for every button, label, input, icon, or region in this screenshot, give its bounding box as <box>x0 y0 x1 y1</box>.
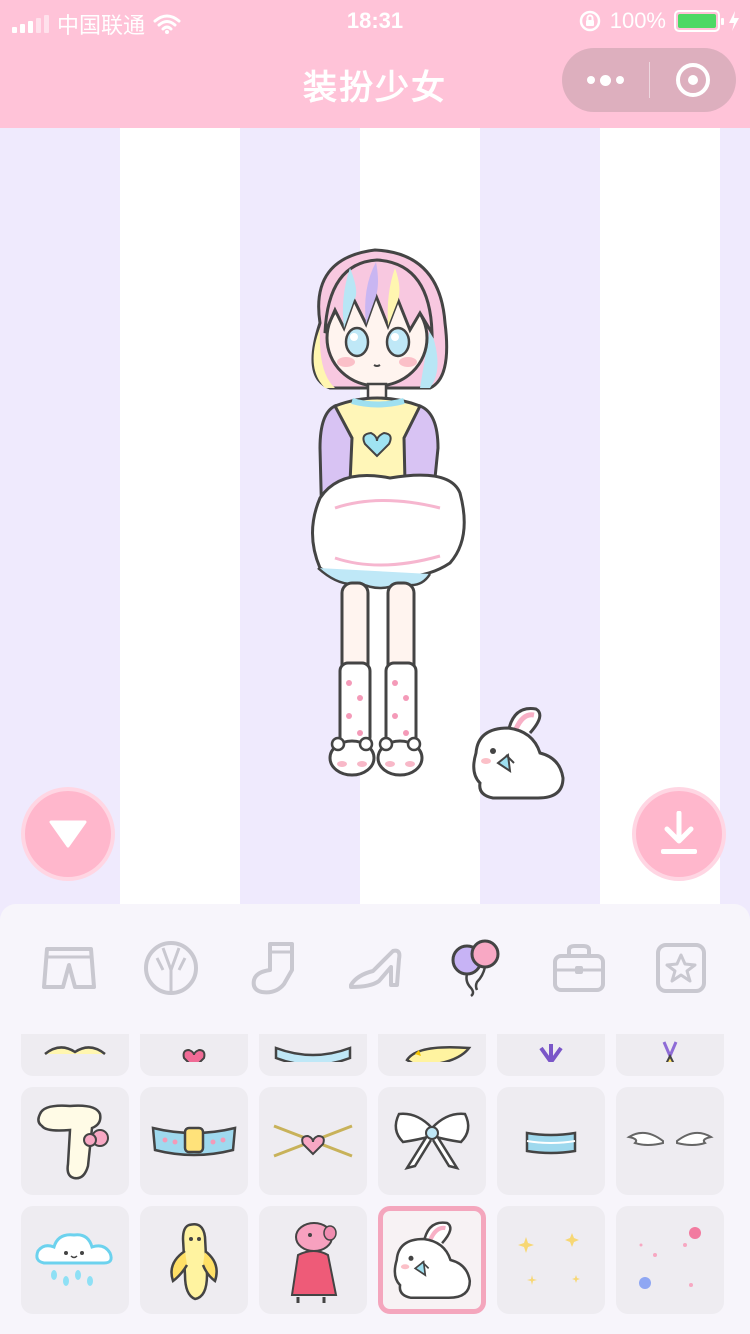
item-cell[interactable] <box>259 1206 367 1314</box>
item-grid-viewport[interactable] <box>0 1034 750 1334</box>
item-cell[interactable] <box>497 1087 605 1195</box>
wardrobe-panel <box>0 904 750 1334</box>
close-button[interactable] <box>650 48 737 112</box>
item-cell[interactable] <box>497 1034 605 1076</box>
tab-accessories[interactable] <box>437 928 517 1008</box>
collapse-button[interactable] <box>21 787 115 881</box>
charging-icon <box>729 11 739 31</box>
status-right: 100% <box>578 8 740 34</box>
target-close-icon <box>675 63 710 97</box>
bag-icon <box>553 944 605 992</box>
tab-outerwear[interactable] <box>131 928 211 1008</box>
triangle-down-icon <box>49 820 87 848</box>
tab-specials[interactable] <box>641 928 721 1008</box>
tab-bags[interactable] <box>539 928 619 1008</box>
high-heel-icon <box>349 948 402 989</box>
banana-hat-icon <box>405 1045 472 1062</box>
tab-bottoms[interactable] <box>29 928 109 1008</box>
girl-character[interactable] <box>280 238 480 808</box>
flower-sparkles-icon <box>639 1227 701 1289</box>
item-cell[interactable] <box>378 1087 486 1195</box>
item-cell[interactable] <box>21 1034 129 1076</box>
jacket-icon <box>144 941 198 995</box>
download-icon <box>661 811 697 854</box>
item-cell[interactable] <box>616 1087 724 1195</box>
battery-icon <box>674 10 724 32</box>
purple-ribbon-icon <box>539 1044 563 1062</box>
status-bar: 中国联通 18:31 100% <box>0 0 750 42</box>
item-cell[interactable] <box>21 1206 129 1314</box>
blue-band-icon <box>525 1131 577 1155</box>
item-cell[interactable] <box>259 1087 367 1195</box>
banana-pet-icon <box>170 1223 218 1301</box>
mini-program-capsule <box>562 48 736 112</box>
heart-clip-icon <box>182 1048 206 1062</box>
more-button[interactable] <box>562 48 649 112</box>
item-cell-selected[interactable] <box>378 1206 486 1314</box>
download-button[interactable] <box>632 787 726 881</box>
belt-icon <box>151 1126 237 1157</box>
bow-item-icon <box>44 1046 106 1055</box>
sock-icon <box>251 942 294 995</box>
gold-sparkles-icon <box>518 1233 580 1285</box>
category-tabs <box>0 904 750 1032</box>
item-cell[interactable] <box>140 1034 248 1076</box>
rotation-lock-icon <box>579 10 600 32</box>
white-bow-icon <box>394 1112 470 1170</box>
item-cell[interactable] <box>140 1206 248 1314</box>
item-cell[interactable] <box>497 1206 605 1314</box>
fluffy-scarf-icon <box>37 1104 109 1180</box>
app-header: 中国联通 18:31 100% 装扮少女 <box>0 0 750 128</box>
item-cell[interactable] <box>616 1206 724 1314</box>
item-cell[interactable] <box>616 1034 724 1076</box>
pink-pig-icon <box>290 1222 338 1303</box>
item-cell[interactable] <box>21 1087 129 1195</box>
heart-necklace-icon <box>273 1124 353 1158</box>
item-cell[interactable] <box>259 1034 367 1076</box>
shorts-icon <box>42 947 96 989</box>
item-cell[interactable] <box>140 1087 248 1195</box>
tab-shoes[interactable] <box>335 928 415 1008</box>
balloons-icon <box>451 939 500 997</box>
dressup-stage[interactable] <box>0 128 750 918</box>
more-dots-icon <box>586 74 624 86</box>
tab-socks[interactable] <box>233 928 313 1008</box>
star-medal-icon <box>662 1041 678 1062</box>
angel-wings-icon <box>626 1131 714 1146</box>
item-grid <box>21 1034 724 1314</box>
bunny-pet[interactable] <box>468 703 568 803</box>
battery-percent: 100% <box>609 8 666 33</box>
blue-crown-icon <box>274 1046 352 1062</box>
item-cell[interactable] <box>378 1034 486 1076</box>
star-badge-icon <box>656 943 706 993</box>
rain-cloud-icon <box>35 1233 113 1286</box>
bunny-pet-icon <box>393 1221 472 1300</box>
